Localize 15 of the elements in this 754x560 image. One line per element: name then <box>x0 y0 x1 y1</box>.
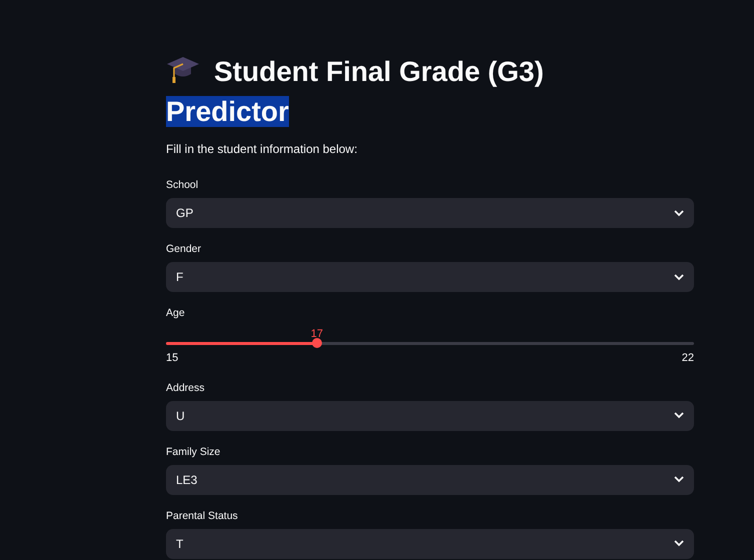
field-label: School <box>166 179 198 192</box>
field-label: Address <box>166 382 205 394</box>
field-label: Family Size <box>166 446 220 458</box>
select-field[interactable]: U <box>166 400 694 430</box>
field-label: Age <box>166 307 185 320</box>
select-field[interactable]: T <box>166 528 694 558</box>
field-label: Gender <box>166 243 202 256</box>
slider-min: 15 <box>166 351 178 366</box>
select-field[interactable]: F <box>166 262 694 292</box>
select-field[interactable]: GP <box>166 198 694 228</box>
field-label: Parental Status <box>166 510 238 522</box>
intro-text: Fill in the student information below: <box>166 141 358 158</box>
slider-value: 17 <box>310 327 323 342</box>
select-field[interactable]: LE3 <box>166 464 694 494</box>
slider-max: 22 <box>682 351 694 366</box>
